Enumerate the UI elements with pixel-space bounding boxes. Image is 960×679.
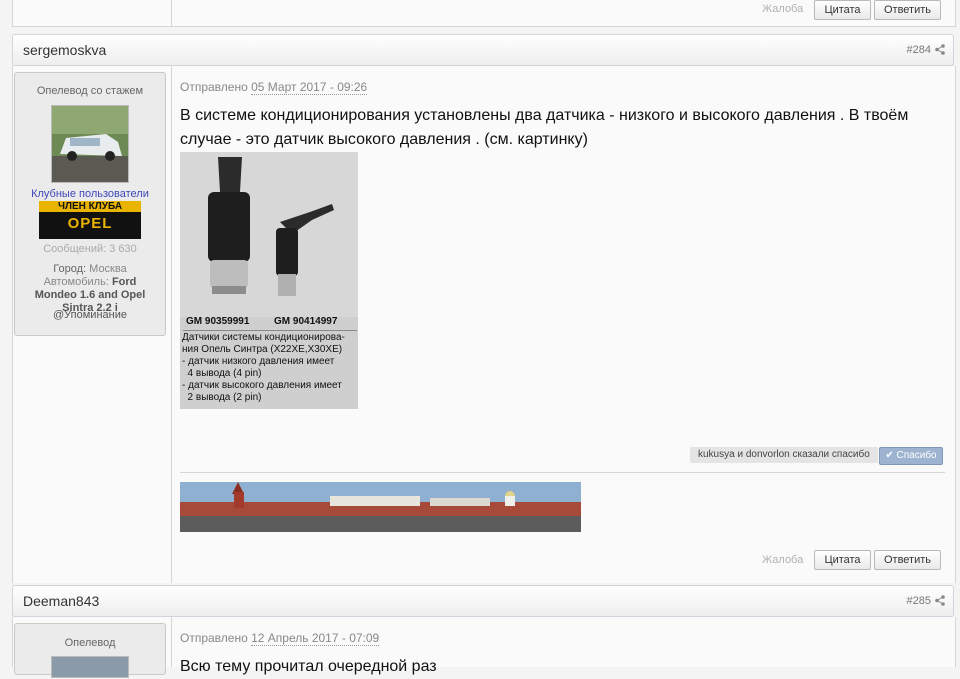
city-label: Город: <box>53 263 87 275</box>
post-text: Всю тему прочитал очередной раз <box>180 658 437 675</box>
post-image[interactable]: GM 90359991 GM 90414997 Датчики системы … <box>180 152 358 409</box>
share-icon[interactable] <box>935 595 945 606</box>
caption-line: Датчики системы кондиционирова- <box>182 332 345 343</box>
post-number[interactable]: #284 <box>907 44 931 56</box>
post-author[interactable]: Deeman843 <box>23 593 99 609</box>
posted-label: Отправлено <box>180 80 248 94</box>
reply-button[interactable]: Ответить <box>874 550 941 570</box>
quote-button[interactable]: Цитата <box>814 550 871 570</box>
post-content: Отправлено 12 Апрель 2017 - 07:09 Всю те… <box>180 631 940 679</box>
check-icon: ✔ <box>885 450 894 461</box>
user-rank: Опелевод <box>64 637 116 649</box>
image-label-right: GM 90414997 <box>274 316 338 327</box>
thanks-button[interactable]: ✔ Спасибо <box>879 447 943 465</box>
forum-page: Жалоба Цитата Ответить sergemoskva #284 … <box>0 0 960 678</box>
thanks-list[interactable]: kukusya и donvorlon сказали спасибо <box>690 447 878 463</box>
message-count: Сообщений: 3 630 <box>43 243 137 255</box>
mention-link[interactable]: @Упоминание <box>15 309 165 321</box>
caption-line: - датчик низкого давления имеет <box>182 356 335 367</box>
posted-date[interactable]: 12 Апрель 2017 - 07:09 <box>251 631 380 646</box>
signature-banner <box>180 482 581 532</box>
avatar[interactable] <box>51 105 129 183</box>
badge-title: ЧЛЕН КЛУБА <box>39 201 141 212</box>
avatar[interactable] <box>51 656 129 678</box>
posted-date[interactable]: 05 Март 2017 - 09:26 <box>251 80 368 95</box>
report-link[interactable]: Жалоба <box>762 3 803 15</box>
posted-label: Отправлено <box>180 631 248 645</box>
share-icon[interactable] <box>935 44 945 55</box>
user-group[interactable]: Клубные пользователи <box>15 188 165 200</box>
badge-logo: OPEL <box>67 215 113 232</box>
user-info-panel: Опелевод со стажем Клубные пользователи … <box>14 72 166 336</box>
quote-button[interactable]: Цитата <box>814 0 871 20</box>
caption-line: ния Опель Синтра (X22XE,X30XE) <box>182 344 343 355</box>
caption-line: - датчик высокого давления имеет <box>182 380 342 391</box>
column-divider <box>171 0 172 26</box>
reply-button[interactable]: Ответить <box>874 0 941 20</box>
signature-divider <box>180 472 945 473</box>
city-value: Москва <box>89 263 127 275</box>
caption-line: 2 вывода (2 pin) <box>182 392 262 403</box>
post-header: Deeman843 #285 <box>12 585 954 617</box>
image-caption: Датчики системы кондиционирова-ния Опель… <box>182 332 345 404</box>
post-text: В системе кондиционирования установлены … <box>180 107 909 148</box>
caption-line: 4 вывода (4 pin) <box>182 368 262 379</box>
column-divider <box>171 66 172 583</box>
thanks-button-label: Спасибо <box>896 450 937 461</box>
posted-line: Отправлено 12 Апрель 2017 - 07:09 <box>180 631 940 646</box>
user-city: Город: Москва <box>15 263 165 275</box>
posted-line: Отправлено 05 Март 2017 - 09:26 <box>180 80 940 95</box>
post-header: sergemoskva #284 <box>12 34 954 66</box>
column-divider <box>171 617 172 667</box>
post-author[interactable]: sergemoskva <box>23 42 106 58</box>
user-rank: Опелевод со стажем <box>36 85 144 97</box>
car-label: Автомобиль: <box>43 276 109 288</box>
user-info-panel: Опелевод <box>14 623 166 678</box>
image-divider <box>183 330 357 331</box>
club-badge: ЧЛЕН КЛУБА OPEL <box>39 201 141 239</box>
post-content: Отправлено 05 Март 2017 - 09:26 В систем… <box>180 80 940 152</box>
report-link[interactable]: Жалоба <box>762 554 803 566</box>
post-number[interactable]: #285 <box>907 595 931 607</box>
image-label-left: GM 90359991 <box>186 316 250 327</box>
